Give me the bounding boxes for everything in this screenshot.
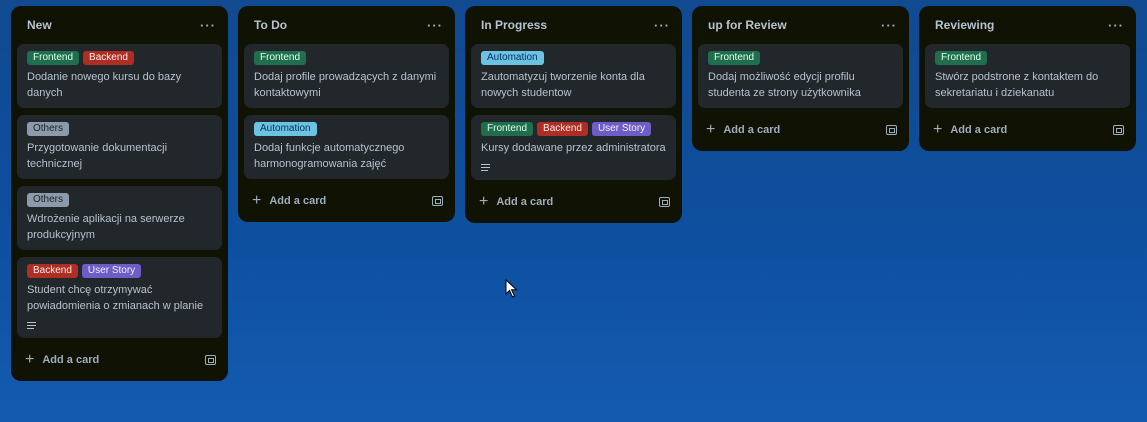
label-userstory[interactable]: User Story [81, 264, 142, 278]
list: To Do ··· Frontend Dodaj profile prowadzący… [238, 6, 455, 222]
list-header: In Progress ··· [465, 6, 682, 44]
card-labels: Automation [481, 51, 666, 65]
card[interactable]: Frontend Dodaj profile prowadzących z dan… [244, 44, 449, 108]
card-labels: Frontend Backend [27, 51, 212, 65]
card[interactable]: Automation Zautomatyzuj tworzenie konta d… [471, 44, 676, 108]
add-card-label: Add a card [269, 195, 327, 207]
add-card-button[interactable]: + Add a card [479, 193, 554, 210]
card-title: Przygotowanie dokumentacji technicznej [27, 142, 168, 170]
plus-icon: + [933, 121, 943, 138]
plus-icon: + [25, 351, 35, 368]
card-labels: Others [27, 122, 212, 136]
label-frontend[interactable]: Frontend [708, 51, 761, 65]
card-template-icon[interactable] [659, 197, 670, 207]
card-title: Dodaj możliwość edycji profilu studenta … [708, 71, 861, 99]
list-header: Reviewing ··· [919, 6, 1136, 44]
plus-icon: + [479, 193, 489, 210]
label-others[interactable]: Others [27, 193, 70, 207]
label-backend[interactable]: Backend [83, 51, 134, 65]
description-icon [27, 319, 41, 331]
label-automation[interactable]: Automation [481, 51, 544, 65]
card[interactable]: Backend User Story Student chcę otrzymywać… [17, 257, 222, 338]
card-labels: Frontend [935, 51, 1120, 65]
list-title[interactable]: up for Review [708, 18, 787, 32]
card-title: Stwórz podstrone z kontaktem do sekretar… [935, 71, 1099, 99]
card-template-icon[interactable] [432, 196, 443, 206]
add-card-button[interactable]: + Add a card [706, 121, 781, 138]
list-footer: + Add a card [465, 189, 682, 215]
card-labels: Frontend [254, 51, 439, 65]
label-backend[interactable]: Backend [27, 264, 78, 278]
list-menu-button[interactable]: ··· [427, 18, 443, 33]
card-list: Frontend Dodaj profile prowadzących z dan… [238, 44, 455, 179]
card-title: Dodaj funkcje automatycznego harmonogram… [254, 142, 405, 170]
label-frontend[interactable]: Frontend [27, 51, 80, 65]
board: New ··· Frontend Backend Dodanie nowego kurs… [11, 6, 1136, 381]
card-template-icon[interactable] [1113, 125, 1124, 135]
card-labels: Automation [254, 122, 439, 136]
card-list: Automation Zautomatyzuj tworzenie konta d… [465, 44, 682, 180]
label-userstory[interactable]: User Story [591, 122, 652, 136]
card-labels: Others [27, 193, 212, 207]
add-card-label: Add a card [950, 124, 1008, 136]
add-card-label: Add a card [42, 354, 100, 366]
label-automation[interactable]: Automation [254, 122, 317, 136]
card-labels: Backend User Story [27, 264, 212, 278]
description-icon [481, 161, 495, 173]
list: New ··· Frontend Backend Dodanie nowego kurs… [11, 6, 228, 381]
plus-icon: + [706, 121, 716, 138]
card[interactable]: Others Przygotowanie dokumentacji technic… [17, 115, 222, 179]
list-menu-button[interactable]: ··· [654, 18, 670, 33]
add-card-label: Add a card [496, 196, 554, 208]
card-labels: Frontend [708, 51, 893, 65]
list-footer: + Add a card [919, 117, 1136, 143]
add-card-button[interactable]: + Add a card [25, 351, 100, 368]
label-frontend[interactable]: Frontend [481, 122, 534, 136]
add-card-button[interactable]: + Add a card [252, 192, 327, 209]
add-card-label: Add a card [723, 124, 781, 136]
list-header: To Do ··· [238, 6, 455, 44]
card[interactable]: Frontend Dodaj możliwość edycji profilu s… [698, 44, 903, 108]
list-title[interactable]: In Progress [481, 18, 547, 32]
card[interactable]: Others Wdrożenie aplikacji na serwerze pr… [17, 186, 222, 250]
card-title: Kursy dodawane przez administratora [481, 142, 666, 154]
label-others[interactable]: Others [27, 122, 70, 136]
card-title: Zautomatyzuj tworzenie konta dla nowych … [481, 71, 645, 99]
card-list: Frontend Stwórz podstrone z kontaktem do … [919, 44, 1136, 108]
add-card-button[interactable]: + Add a card [933, 121, 1008, 138]
list-header: New ··· [11, 6, 228, 44]
card-title: Wdrożenie aplikacji na serwerze produkcy… [27, 213, 185, 241]
card[interactable]: Frontend Backend Dodanie nowego kursu do b… [17, 44, 222, 108]
card[interactable]: Frontend Backend User Story Kursy dodawane … [471, 115, 676, 180]
label-backend[interactable]: Backend [537, 122, 588, 136]
list-title[interactable]: Reviewing [935, 18, 994, 32]
label-frontend[interactable]: Frontend [935, 51, 988, 65]
card-title: Dodanie nowego kursu do bazy danych [27, 71, 182, 99]
list: In Progress ··· Automation Zautomatyzuj two… [465, 6, 682, 223]
card-list: Frontend Backend Dodanie nowego kursu do b… [11, 44, 228, 338]
list-title[interactable]: New [27, 18, 52, 32]
card[interactable]: Automation Dodaj funkcje automatycznego h… [244, 115, 449, 179]
card[interactable]: Frontend Stwórz podstrone z kontaktem do … [925, 44, 1130, 108]
card-template-icon[interactable] [205, 355, 216, 365]
list-menu-button[interactable]: ··· [200, 18, 216, 33]
list: Reviewing ··· Frontend Stwórz podstrone z k… [919, 6, 1136, 151]
card-title: Student chcę otrzymywać powiadomienia o … [27, 284, 204, 312]
card-title: Dodaj profile prowadzących z danymi kont… [254, 71, 437, 99]
list-footer: + Add a card [11, 347, 228, 373]
card-labels: Frontend Backend User Story [481, 122, 666, 136]
card-list: Frontend Dodaj możliwość edycji profilu s… [692, 44, 909, 108]
list-footer: + Add a card [692, 117, 909, 143]
list-menu-button[interactable]: ··· [1108, 18, 1124, 33]
label-frontend[interactable]: Frontend [254, 51, 307, 65]
list-footer: + Add a card [238, 188, 455, 214]
list-header: up for Review ··· [692, 6, 909, 44]
list: up for Review ··· Frontend Dodaj możliwość … [692, 6, 909, 151]
plus-icon: + [252, 192, 262, 209]
card-template-icon[interactable] [886, 125, 897, 135]
list-title[interactable]: To Do [254, 18, 287, 32]
list-menu-button[interactable]: ··· [881, 18, 897, 33]
